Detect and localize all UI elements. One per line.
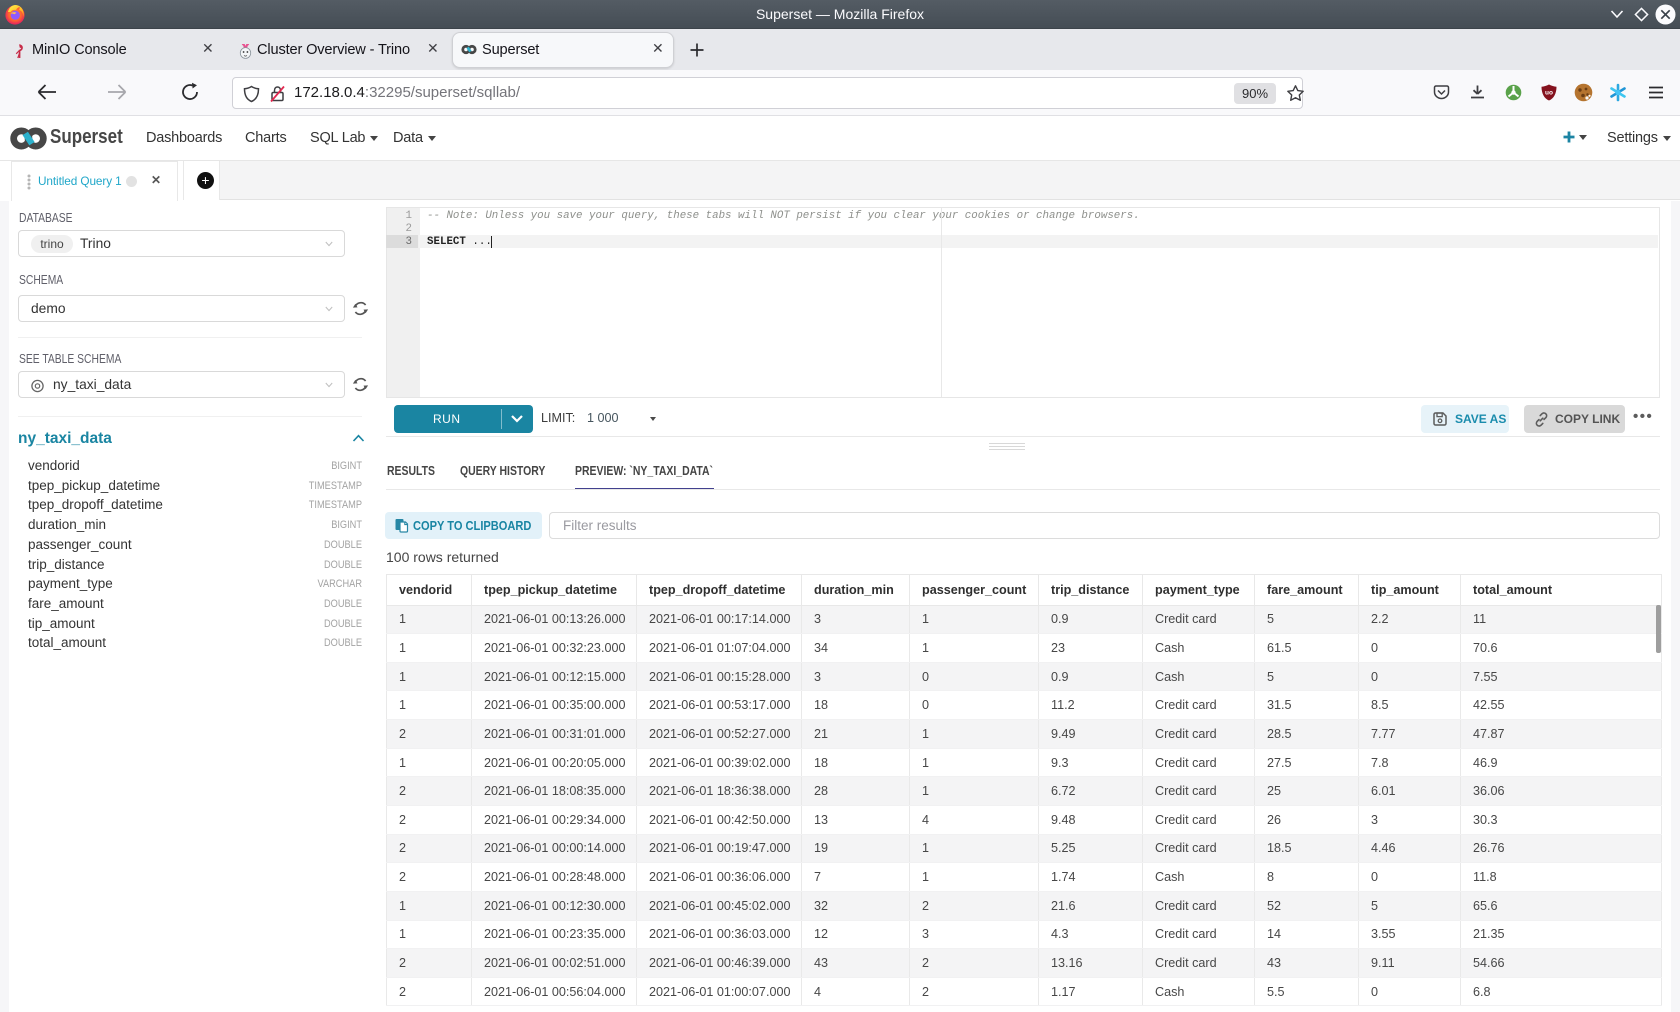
svg-text:uo: uo — [1545, 90, 1553, 97]
